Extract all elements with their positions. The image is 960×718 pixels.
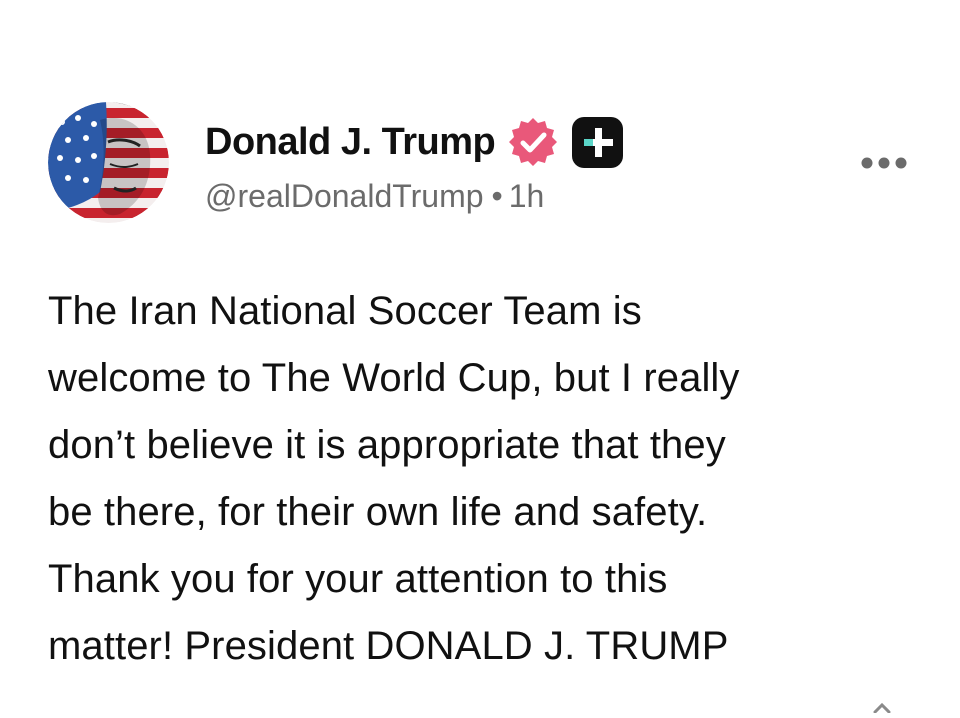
author-meta-row: @realDonaldTrump • 1h <box>205 178 624 215</box>
post-card: Donald J. Trump @realDonaldTrump • 1h Th… <box>0 0 960 714</box>
verified-badge-icon <box>507 116 559 168</box>
author-display-name[interactable]: Donald J. Trump <box>205 121 496 164</box>
post-timestamp[interactable]: 1h <box>509 178 545 214</box>
post-header: Donald J. Trump @realDonaldTrump • 1h <box>205 116 624 226</box>
author-avatar[interactable] <box>48 102 169 223</box>
more-horizontal-icon <box>861 157 907 169</box>
chevron-up-icon <box>872 700 892 714</box>
plus-badge-icon <box>571 116 624 169</box>
meta-separator: • <box>491 178 503 214</box>
author-handle[interactable]: @realDonaldTrump <box>205 178 484 214</box>
author-name-row: Donald J. Trump <box>205 116 624 168</box>
post-body-text: The Iran National Soccer Team is welcome… <box>48 289 740 668</box>
more-options-button[interactable] <box>858 148 910 178</box>
